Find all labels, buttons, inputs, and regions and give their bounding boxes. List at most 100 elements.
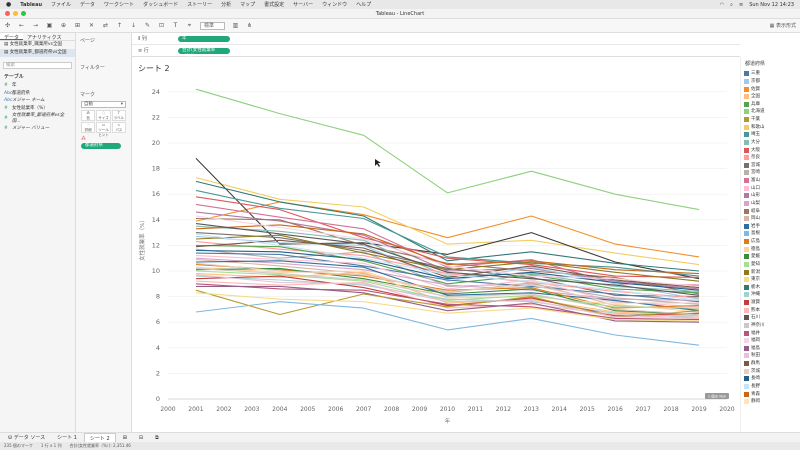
legend-item[interactable]: 奈良 bbox=[741, 154, 800, 162]
close-window-icon[interactable] bbox=[5, 11, 10, 16]
legend-item[interactable]: 広島 bbox=[741, 238, 800, 246]
legend-item[interactable]: 京都 bbox=[741, 78, 800, 86]
sort-desc-icon[interactable]: ↓ bbox=[130, 22, 137, 29]
legend-item[interactable]: 島根 bbox=[741, 230, 800, 238]
highlight-icon[interactable]: ✎ bbox=[144, 22, 151, 29]
legend-item[interactable]: 全国 bbox=[741, 93, 800, 101]
legend-item[interactable]: 徳島 bbox=[741, 245, 800, 253]
color-field-pill[interactable]: 都道府県 bbox=[81, 143, 121, 149]
legend-item[interactable]: 東京 bbox=[741, 276, 800, 284]
sheet-tab[interactable]: シート 1 bbox=[52, 433, 82, 442]
columns-pill[interactable]: 年 bbox=[178, 35, 230, 42]
legend-item[interactable]: 沖縄 bbox=[741, 291, 800, 299]
legend-item[interactable]: 北海道 bbox=[741, 108, 800, 116]
legend-item[interactable]: 静岡 bbox=[741, 398, 800, 406]
field-item[interactable]: # 女性就業率_都道府県vs全国... bbox=[0, 112, 75, 125]
legend-item[interactable]: 群馬 bbox=[741, 360, 800, 368]
legend-item[interactable]: 和歌山 bbox=[741, 123, 800, 131]
share-icon[interactable]: ⋔ bbox=[246, 22, 253, 29]
legend-item[interactable]: 神奈川 bbox=[741, 322, 800, 330]
legend-item[interactable]: 愛媛 bbox=[741, 253, 800, 261]
field-item[interactable]: # 女性就業率（%） bbox=[0, 105, 75, 113]
menu-format[interactable]: 書式設定 bbox=[264, 1, 284, 8]
legend-item[interactable]: 岐阜 bbox=[741, 207, 800, 215]
menu-help[interactable]: ヘルプ bbox=[356, 1, 371, 8]
save-icon[interactable]: ▣ bbox=[46, 22, 53, 29]
back-icon[interactable]: ← bbox=[18, 22, 25, 29]
series-line[interactable] bbox=[195, 88, 700, 211]
datasource-item[interactable]: ▤ 女性就業率_都道府県vs全国 bbox=[0, 49, 75, 57]
tooltip-button[interactable]: ▭ ツールヒント bbox=[96, 122, 111, 137]
legend-item[interactable]: 石川 bbox=[741, 314, 800, 322]
color-button[interactable]: ⁂ 色 bbox=[81, 110, 96, 121]
fit-select[interactable]: 標準 bbox=[200, 21, 226, 30]
legend-item[interactable]: 秋田 bbox=[741, 352, 800, 360]
tab-data[interactable]: データ bbox=[0, 33, 24, 41]
control-center-icon[interactable]: ≡ bbox=[739, 2, 743, 8]
legend-item[interactable]: 岡山 bbox=[741, 215, 800, 223]
legend-item[interactable]: 富山 bbox=[741, 177, 800, 185]
legend-item[interactable]: 福島 bbox=[741, 345, 800, 353]
legend-item[interactable]: 埼玉 bbox=[741, 131, 800, 139]
legend-item[interactable]: 新潟 bbox=[741, 268, 800, 276]
legend-item[interactable]: 茨城 bbox=[741, 367, 800, 375]
search-icon[interactable]: ⌕ bbox=[730, 2, 733, 8]
legend-item[interactable]: 山梨 bbox=[741, 200, 800, 208]
apple-icon[interactable]: ● bbox=[6, 1, 11, 8]
label-button[interactable]: T ラベル bbox=[111, 110, 126, 121]
tab-analytics[interactable]: アナリティクス bbox=[23, 33, 65, 41]
datasource-item[interactable]: ▤ 女性就業率_職業所vs全国 bbox=[0, 41, 75, 49]
legend-item[interactable]: 宮城 bbox=[741, 162, 800, 170]
clock[interactable]: Sun Nov 12 14:23 bbox=[749, 2, 794, 8]
tableau-logo-icon[interactable]: ✣ bbox=[4, 22, 11, 29]
new-datasource-icon[interactable]: ⊕ bbox=[60, 22, 67, 29]
show-me-button[interactable]: ▦ 表示形式 bbox=[770, 22, 796, 29]
clear-icon[interactable]: ✕ bbox=[88, 22, 95, 29]
forward-icon[interactable]: → bbox=[32, 22, 39, 29]
pin-icon[interactable]: ⌖ bbox=[186, 22, 193, 30]
legend-item[interactable]: 滋賀 bbox=[741, 299, 800, 307]
field-item[interactable]: # メジャー バリュー bbox=[0, 125, 75, 133]
legend-item[interactable]: 千葉 bbox=[741, 116, 800, 124]
menu-server[interactable]: サーバー bbox=[293, 1, 313, 8]
menu-analysis[interactable]: 分析 bbox=[221, 1, 231, 8]
menu-window[interactable]: ウィンドウ bbox=[322, 1, 347, 8]
search-input[interactable]: 検索 bbox=[3, 62, 72, 69]
legend-item[interactable]: 大阪 bbox=[741, 146, 800, 154]
menu-data[interactable]: データ bbox=[80, 1, 95, 8]
chart-icon[interactable]: ▥ bbox=[232, 22, 239, 29]
mark-type-select[interactable]: 自動 bbox=[81, 101, 126, 108]
legend-item[interactable]: 福井 bbox=[741, 329, 800, 337]
wifi-icon[interactable]: ◠ bbox=[720, 2, 724, 8]
legend-item[interactable]: 大分 bbox=[741, 139, 800, 147]
menu-worksheet[interactable]: ワークシート bbox=[104, 1, 134, 8]
field-item[interactable]: # 年 bbox=[0, 82, 75, 90]
legend-item[interactable]: 栃木 bbox=[741, 284, 800, 292]
legend-item[interactable]: 熊本 bbox=[741, 306, 800, 314]
legend-item[interactable]: 佐賀 bbox=[741, 85, 800, 93]
detail-button[interactable]: ⋯ 詳細 bbox=[81, 122, 96, 133]
field-item[interactable]: Abc メジャー ネーム bbox=[0, 97, 75, 105]
series-line[interactable] bbox=[195, 217, 700, 295]
legend-item[interactable]: 山形 bbox=[741, 192, 800, 200]
legend-item[interactable]: 三重 bbox=[741, 70, 800, 78]
legend-item[interactable]: 福岡 bbox=[741, 337, 800, 345]
field-item[interactable]: Abc 都道府県 bbox=[0, 90, 75, 98]
legend-item[interactable]: 兵庫 bbox=[741, 101, 800, 109]
new-dashboard-icon[interactable]: ⊟ bbox=[134, 434, 148, 442]
legend-item[interactable]: 愛知 bbox=[741, 261, 800, 269]
legend-item[interactable]: 長崎 bbox=[741, 375, 800, 383]
legend-item[interactable]: 長野 bbox=[741, 383, 800, 391]
app-menu[interactable]: Tableau bbox=[20, 2, 42, 8]
menu-file[interactable]: ファイル bbox=[51, 1, 71, 8]
zoom-window-icon[interactable] bbox=[21, 11, 26, 16]
new-story-icon[interactable]: ⧉ bbox=[150, 434, 164, 442]
line-chart[interactable]: 0246810121416182022242000 2001 2002 2003 200… bbox=[132, 57, 740, 432]
new-sheet-icon[interactable]: ⊞ bbox=[74, 22, 81, 29]
sheet-tab-active[interactable]: シート 2 bbox=[83, 432, 116, 443]
minimize-window-icon[interactable] bbox=[13, 11, 18, 16]
datasource-tab[interactable]: ⛁ データ ソース bbox=[3, 433, 50, 442]
menu-map[interactable]: マップ bbox=[240, 1, 255, 8]
menu-story[interactable]: ストーリー bbox=[187, 1, 212, 8]
size-button[interactable]: ◌ サイズ bbox=[96, 110, 111, 121]
